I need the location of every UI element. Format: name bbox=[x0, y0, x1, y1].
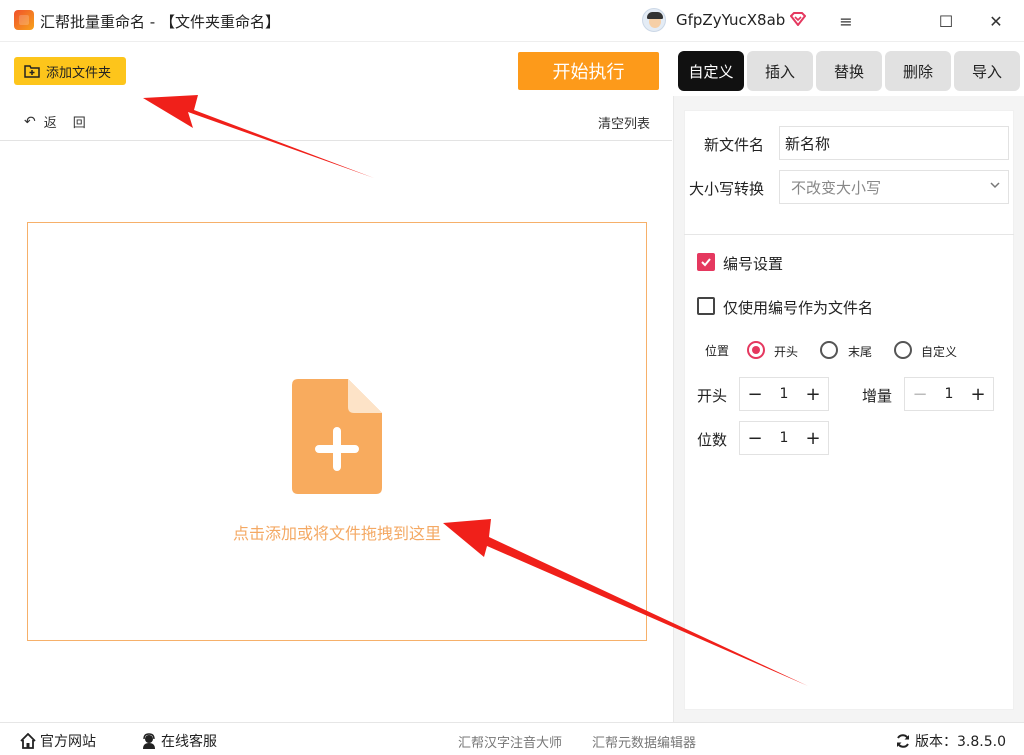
tab-custom[interactable]: 自定义 bbox=[678, 51, 744, 91]
tab-delete[interactable]: 删除 bbox=[885, 51, 951, 91]
position-custom-label: 自定义 bbox=[921, 345, 958, 359]
footer-bar: 官方网站 在线客服 汇帮汉字注音大师 汇帮元数据编辑器 版本：3.8.5.0 bbox=[0, 722, 1024, 755]
decrement-button[interactable]: − bbox=[905, 378, 935, 410]
case-label: 大小写转换 bbox=[689, 180, 765, 198]
user-avatar[interactable] bbox=[642, 8, 666, 32]
back-arrow-icon: ↶ bbox=[24, 113, 36, 130]
file-drop-zone[interactable]: 点击添加或将文件拖拽到这里 bbox=[27, 222, 647, 641]
case-select-value: 不改变大小写 bbox=[791, 178, 882, 197]
vip-diamond-icon[interactable] bbox=[790, 12, 806, 26]
back-label-1: 返 bbox=[43, 116, 57, 131]
start-button[interactable]: 开始执行 bbox=[518, 52, 659, 90]
only-number-label: 仅使用编号作为文件名 bbox=[723, 299, 874, 317]
version-label: 版本：3.8.5.0 bbox=[915, 734, 1006, 750]
new-name-label: 新文件名 bbox=[704, 136, 765, 154]
position-end-radio[interactable] bbox=[820, 341, 838, 359]
position-label: 位置 bbox=[705, 344, 730, 358]
divider bbox=[0, 140, 672, 141]
home-icon bbox=[20, 733, 36, 749]
only-number-checkbox[interactable] bbox=[697, 297, 715, 315]
tab-insert[interactable]: 插入 bbox=[747, 51, 813, 91]
case-select[interactable]: 不改变大小写 bbox=[779, 170, 1009, 204]
increment-button[interactable]: + bbox=[798, 422, 828, 454]
online-service-label: 在线客服 bbox=[161, 734, 217, 750]
numbering-checkbox[interactable] bbox=[697, 253, 715, 271]
increment-label: 增量 bbox=[862, 387, 893, 405]
metadata-editor-link[interactable]: 汇帮元数据编辑器 bbox=[592, 732, 696, 751]
online-service-link[interactable]: 在线客服 bbox=[141, 731, 217, 751]
start-number-value[interactable]: 1 bbox=[770, 386, 798, 402]
tab-replace[interactable]: 替换 bbox=[816, 51, 882, 91]
back-button[interactable]: ↶ 返 回 bbox=[24, 112, 86, 132]
numbering-label: 编号设置 bbox=[723, 255, 784, 273]
divider bbox=[684, 234, 1014, 235]
file-add-icon bbox=[292, 379, 382, 494]
official-site-label: 官方网站 bbox=[40, 734, 96, 750]
increment-value[interactable]: 1 bbox=[935, 386, 963, 402]
new-name-input[interactable]: 新名称 bbox=[779, 126, 1009, 160]
chevron-down-icon bbox=[990, 182, 1000, 189]
start-number-stepper: − 1 + bbox=[739, 377, 829, 411]
version-info[interactable]: 版本：3.8.5.0 bbox=[895, 731, 1006, 751]
position-start-label: 开头 bbox=[774, 345, 799, 359]
refresh-icon bbox=[897, 734, 909, 748]
digits-stepper: − 1 + bbox=[739, 421, 829, 455]
digits-value[interactable]: 1 bbox=[770, 430, 798, 446]
annotation-arrow-to-add-button bbox=[143, 95, 374, 178]
close-button[interactable]: ✕ bbox=[976, 6, 1016, 36]
digits-label: 位数 bbox=[697, 431, 728, 449]
app-logo-icon bbox=[14, 10, 34, 30]
position-end-label: 末尾 bbox=[848, 345, 873, 359]
official-site-link[interactable]: 官方网站 bbox=[20, 731, 96, 751]
decrement-button[interactable]: − bbox=[740, 422, 770, 454]
title-bar: 汇帮批量重命名 - 【文件夹重命名】 GfpZyYucX8ab ≡ ☐ ✕ bbox=[0, 0, 1024, 42]
user-name[interactable]: GfpZyYucX8ab bbox=[676, 11, 785, 29]
add-folder-button[interactable]: 添加文件夹 bbox=[14, 57, 126, 85]
increment-button[interactable]: + bbox=[798, 378, 828, 410]
window-title: 汇帮批量重命名 - 【文件夹重命名】 bbox=[40, 13, 280, 31]
check-icon bbox=[701, 258, 711, 267]
menu-button[interactable]: ≡ bbox=[826, 6, 866, 36]
tab-import[interactable]: 导入 bbox=[954, 51, 1020, 91]
start-number-label: 开头 bbox=[697, 387, 728, 405]
back-label-2: 回 bbox=[72, 116, 86, 131]
customer-service-icon bbox=[143, 733, 155, 749]
increment-button[interactable]: + bbox=[963, 378, 993, 410]
add-folder-label: 添加文件夹 bbox=[46, 65, 112, 81]
maximize-button[interactable]: ☐ bbox=[926, 6, 966, 36]
position-start-radio[interactable] bbox=[747, 341, 765, 359]
position-custom-radio[interactable] bbox=[894, 341, 912, 359]
folder-add-icon bbox=[24, 65, 40, 78]
increment-stepper: − 1 + bbox=[904, 377, 994, 411]
drop-hint-text: 点击添加或将文件拖拽到这里 bbox=[232, 524, 441, 543]
clear-list-button[interactable]: 清空列表 bbox=[598, 113, 650, 132]
pinyin-master-link[interactable]: 汇帮汉字注音大师 bbox=[458, 732, 562, 751]
decrement-button[interactable]: − bbox=[740, 378, 770, 410]
